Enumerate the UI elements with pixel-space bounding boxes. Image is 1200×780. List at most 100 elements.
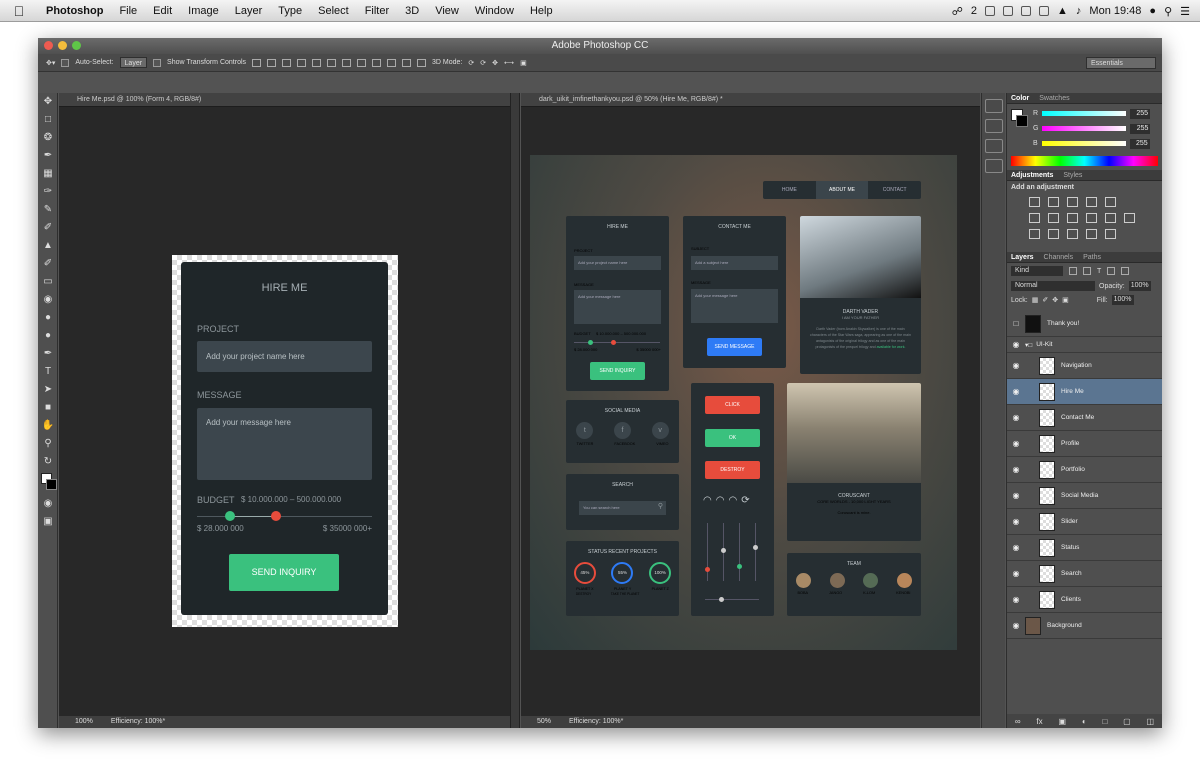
eyedropper-tool-icon[interactable]: ✑ — [38, 183, 58, 201]
menu-file[interactable]: File — [111, 5, 145, 17]
menu-select[interactable]: Select — [310, 5, 357, 17]
avatar[interactable] — [896, 573, 912, 588]
tab-swatches[interactable]: Swatches — [1039, 95, 1069, 102]
hue-sat-icon[interactable] — [1029, 213, 1040, 223]
blur-tool-icon[interactable]: ● — [38, 309, 58, 327]
doc2-efficiency[interactable]: Efficiency: 100%* — [569, 716, 623, 728]
tab-styles[interactable]: Styles — [1063, 172, 1082, 179]
battery-icon[interactable] — [1039, 6, 1050, 16]
doc1-zoom[interactable]: 100% — [75, 716, 93, 728]
move-tool-icon[interactable]: ✥▾ — [46, 59, 55, 67]
roll-3d-icon[interactable]: ⟳ — [480, 59, 486, 67]
color-lookup-icon[interactable] — [1124, 213, 1135, 223]
pen-tool-icon[interactable]: ✒ — [38, 345, 58, 363]
menu-help[interactable]: Help — [522, 5, 561, 17]
kit-budget-slider[interactable] — [574, 342, 660, 343]
lock-paint-icon[interactable]: ✐ — [1042, 296, 1048, 304]
align-right-icon[interactable] — [327, 58, 337, 67]
history-icon[interactable] — [985, 99, 1003, 113]
orbit-3d-icon[interactable]: ⟳ — [468, 59, 474, 67]
auto-select-checkbox[interactable] — [61, 58, 70, 67]
budget-slider-track[interactable] — [197, 516, 372, 517]
stamp-tool-icon[interactable]: ▲ — [38, 237, 58, 255]
visibility-off-icon[interactable]: □ — [1007, 319, 1025, 328]
align-bottom-icon[interactable] — [282, 58, 292, 67]
align-vcenter-icon[interactable] — [267, 58, 277, 67]
lock-position-icon[interactable]: ✥ — [1052, 296, 1058, 304]
menu-view[interactable]: View — [427, 5, 467, 17]
notification-icon[interactable]: ☰ — [1180, 5, 1190, 18]
kit-project-input[interactable]: Add your project name here — [574, 256, 661, 270]
fx-icon[interactable]: fx — [1036, 717, 1042, 726]
facebook-icon[interactable]: f — [613, 422, 631, 439]
eye-icon[interactable]: ◉ — [1007, 340, 1025, 349]
eye-icon[interactable]: ◉ — [1007, 595, 1025, 604]
distribute-hcenter-icon[interactable] — [402, 58, 412, 67]
tab-layers[interactable]: Layers — [1011, 254, 1034, 261]
slide-3d-icon[interactable]: ⟷ — [504, 59, 514, 67]
eye-icon[interactable]: ◉ — [1007, 361, 1025, 370]
kind-filter[interactable]: Kind — [1011, 266, 1063, 276]
distribute-vcenter-icon[interactable] — [357, 58, 367, 67]
folder-icon[interactable]: ▾□ — [1025, 341, 1032, 349]
kit-click-button[interactable]: CLICK — [705, 396, 760, 414]
avatar[interactable] — [829, 573, 845, 588]
new-layer-icon[interactable]: ▢ — [1123, 717, 1131, 726]
eraser-tool-icon[interactable]: ▭ — [38, 273, 58, 291]
nav-home[interactable]: HOME — [763, 181, 816, 199]
v-slider-4-handle[interactable] — [753, 545, 758, 550]
eye-icon[interactable]: ◉ — [1007, 517, 1025, 526]
v-slider-3-handle[interactable] — [737, 564, 742, 569]
budget-slider-min-handle[interactable] — [225, 511, 235, 521]
dropbox-icon[interactable] — [1021, 6, 1032, 16]
photo-filter-icon[interactable] — [1086, 213, 1097, 223]
align-hcenter-icon[interactable] — [312, 58, 322, 67]
distribute-right-icon[interactable] — [417, 58, 427, 67]
g-slider[interactable] — [1042, 126, 1127, 131]
b-value[interactable]: 255 — [1129, 138, 1150, 149]
user-icon[interactable]: ● — [1149, 5, 1156, 17]
filter-adjust-icon[interactable] — [1083, 267, 1091, 275]
tab-paths[interactable]: Paths — [1083, 254, 1101, 261]
zoom-tool-icon[interactable]: ⚲ — [38, 435, 58, 453]
avatar[interactable] — [863, 573, 879, 588]
h-slider-handle[interactable] — [719, 597, 724, 602]
background-color[interactable] — [46, 479, 57, 490]
wifi-icon[interactable]: ▲ — [1057, 5, 1068, 17]
minimize-button[interactable] — [58, 41, 67, 50]
volume-icon[interactable]: ♪ — [1076, 5, 1082, 17]
filter-pixel-icon[interactable] — [1069, 267, 1077, 275]
show-transform-checkbox[interactable] — [153, 58, 162, 67]
brush-tool-icon[interactable]: ✐ — [38, 219, 58, 237]
selective-color-icon[interactable] — [1105, 229, 1116, 239]
new-group-icon[interactable]: □ — [1103, 717, 1108, 726]
layer-row[interactable]: ◉ Background — [1007, 613, 1162, 639]
h-slider[interactable] — [705, 599, 759, 600]
project-input[interactable]: Add your project name here — [197, 341, 372, 372]
eye-icon[interactable]: ◉ — [1007, 465, 1025, 474]
layer-row[interactable]: ◉ Navigation — [1007, 353, 1162, 379]
eye-icon[interactable]: ◉ — [1007, 413, 1025, 422]
v-slider-3[interactable] — [739, 523, 740, 581]
filter-shape-icon[interactable] — [1107, 267, 1116, 275]
kit-budget-max-handle[interactable] — [611, 340, 616, 345]
apple-menu-icon[interactable]:  — [0, 3, 38, 19]
lasso-tool-icon[interactable]: ❂ — [38, 129, 58, 147]
layer-row[interactable]: ◉ Profile — [1007, 431, 1162, 457]
pan-3d-icon[interactable]: ✥ — [492, 59, 498, 67]
adjustment-layer-icon[interactable]: ◐ — [1082, 717, 1087, 726]
tab-color[interactable]: Color — [1011, 95, 1029, 102]
kit-message-input[interactable]: Add your message here — [574, 290, 661, 324]
doc2-zoom[interactable]: 50% — [537, 716, 551, 728]
kit-send-message-button[interactable]: SEND MESSAGE — [707, 338, 762, 356]
hand-tool-icon[interactable]: ✋ — [38, 417, 58, 435]
spotlight-icon[interactable]: ⚲ — [1164, 5, 1172, 18]
move-tool-icon[interactable]: ✥ — [38, 93, 58, 111]
properties-icon[interactable] — [985, 119, 1003, 133]
calendar-icon[interactable] — [985, 6, 996, 16]
dodge-tool-icon[interactable]: ● — [38, 327, 58, 345]
gradient-map-icon[interactable] — [1086, 229, 1097, 239]
filter-type-icon[interactable]: T — [1097, 268, 1101, 275]
menu-3d[interactable]: 3D — [397, 5, 427, 17]
eye-icon[interactable]: ◉ — [1007, 439, 1025, 448]
